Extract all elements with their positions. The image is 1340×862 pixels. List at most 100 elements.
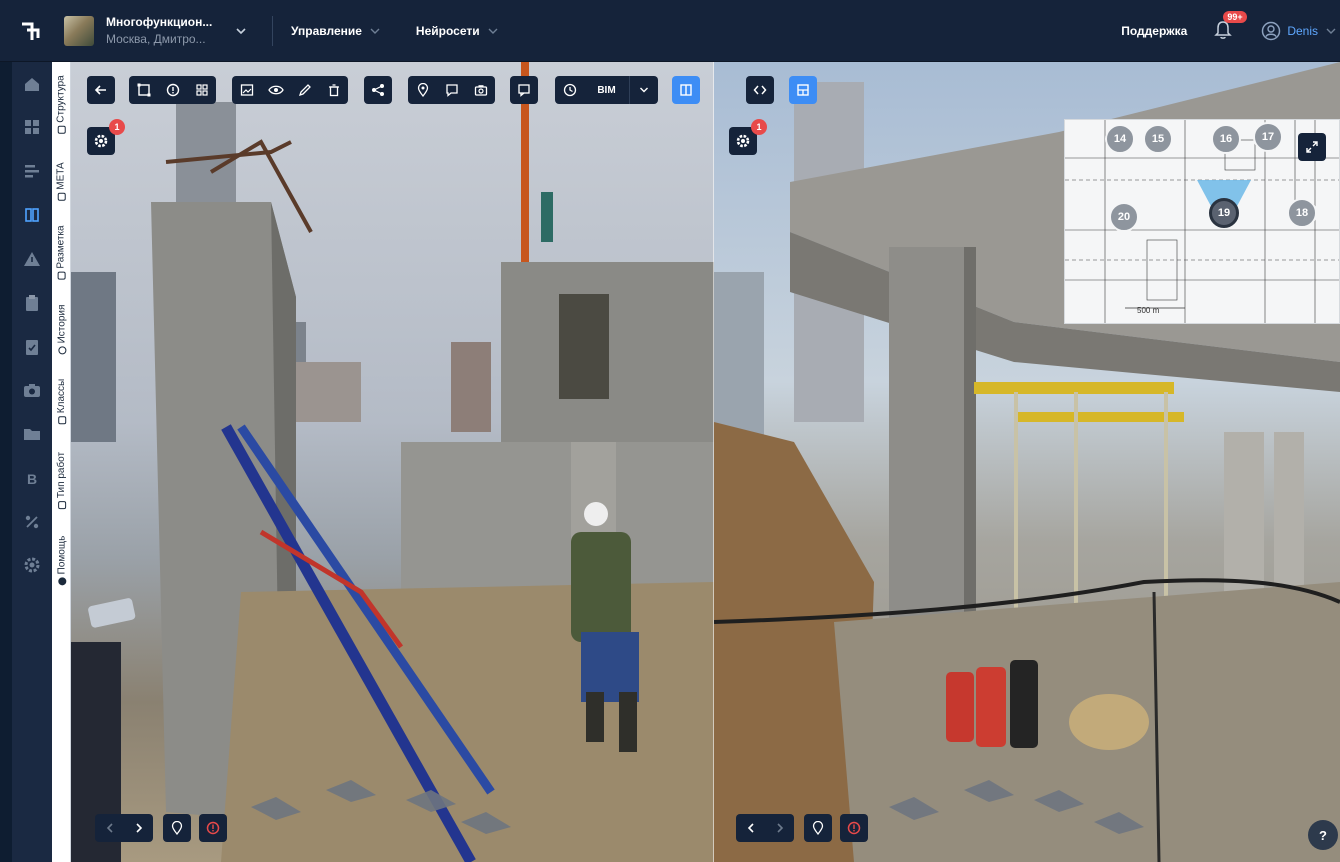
minimap-point[interactable]: 16 bbox=[1211, 124, 1241, 154]
panorama-left-nav bbox=[95, 814, 153, 842]
checklist-icon[interactable] bbox=[22, 337, 42, 357]
comment-icon bbox=[445, 84, 458, 97]
panorama-right-issue-button[interactable] bbox=[840, 814, 868, 842]
chevron-down-icon bbox=[488, 28, 498, 34]
edit-button[interactable] bbox=[290, 76, 319, 104]
checkbox-icon bbox=[57, 271, 66, 280]
chevron-right-icon bbox=[135, 823, 142, 833]
compare-mode-button[interactable] bbox=[746, 76, 774, 104]
tab-markup[interactable]: Разметка bbox=[52, 212, 71, 292]
bim-dropdown-button[interactable] bbox=[629, 76, 658, 104]
support-link[interactable]: Поддержка bbox=[1121, 24, 1187, 38]
warning-icon[interactable] bbox=[22, 249, 42, 269]
prev-button[interactable] bbox=[736, 814, 765, 842]
left-rail bbox=[0, 62, 12, 862]
split-view-icon bbox=[680, 84, 692, 96]
tab-meta[interactable]: МЕТА bbox=[52, 150, 71, 212]
trash-icon bbox=[328, 84, 339, 97]
tab-classes[interactable]: Классы bbox=[52, 368, 71, 434]
project-address: Москва, Дмитро... bbox=[106, 32, 206, 46]
picture-button[interactable] bbox=[232, 76, 261, 104]
tab-structure[interactable]: Структура bbox=[52, 64, 71, 144]
minimap-expand-button[interactable] bbox=[1298, 133, 1326, 161]
project-name: Многофункцион... bbox=[106, 15, 213, 29]
vertical-tabs: Структура МЕТА Разметка История Классы Т… bbox=[52, 62, 71, 862]
share-button[interactable] bbox=[364, 76, 392, 104]
map-pin-icon bbox=[171, 821, 183, 835]
panorama-right-location-button[interactable] bbox=[804, 814, 832, 842]
chevron-down-icon bbox=[370, 28, 380, 34]
chevron-down-icon bbox=[236, 27, 246, 34]
model-icon[interactable] bbox=[22, 205, 42, 225]
bim-button[interactable]: BIM bbox=[584, 76, 629, 104]
comment-button[interactable] bbox=[437, 76, 466, 104]
list-icon[interactable] bbox=[22, 161, 42, 181]
menu-management[interactable]: Управление bbox=[291, 24, 382, 38]
next-button[interactable] bbox=[765, 814, 794, 842]
header-divider bbox=[272, 15, 273, 46]
info-icon bbox=[166, 83, 179, 97]
bim-compare-group: BIM bbox=[555, 76, 658, 104]
gear-icon bbox=[94, 134, 108, 148]
menu-neural-networks[interactable]: Нейросети bbox=[416, 24, 500, 38]
flag-icon bbox=[57, 500, 66, 509]
layout-button[interactable] bbox=[789, 76, 817, 104]
gear-icon[interactable] bbox=[22, 555, 42, 575]
alert-circle-icon bbox=[847, 821, 861, 835]
app-logo[interactable] bbox=[0, 0, 62, 62]
minimap-point[interactable]: 20 bbox=[1109, 202, 1139, 232]
bim-label: BIM bbox=[597, 84, 616, 96]
grid-button[interactable] bbox=[187, 76, 216, 104]
construction-scene-left bbox=[71, 62, 714, 862]
share-icon bbox=[372, 84, 384, 96]
help-button[interactable]: ? bbox=[1308, 820, 1338, 850]
prev-button[interactable] bbox=[95, 814, 124, 842]
split-view-button[interactable] bbox=[672, 76, 700, 104]
b-icon[interactable]: B bbox=[22, 468, 42, 488]
minimap-point[interactable]: 17 bbox=[1253, 122, 1283, 152]
panorama-left-settings-button[interactable]: 1 bbox=[87, 119, 125, 155]
tab-work-type[interactable]: Тип работ bbox=[52, 440, 71, 520]
annotation-tools-group bbox=[232, 76, 348, 104]
folder-icon[interactable] bbox=[22, 424, 42, 444]
notifications-button[interactable]: 99+ bbox=[1213, 11, 1247, 43]
dashboard-icon[interactable] bbox=[22, 117, 42, 137]
markers-group bbox=[408, 76, 495, 104]
photo-button[interactable] bbox=[466, 76, 495, 104]
percent-icon[interactable] bbox=[22, 512, 42, 532]
notes-button[interactable] bbox=[510, 76, 538, 104]
frame-tool-button[interactable] bbox=[129, 76, 158, 104]
project-selector[interactable]: Многофункцион... Москва, Дмитро... bbox=[62, 15, 248, 46]
chevron-down-icon bbox=[640, 87, 648, 93]
camera-icon[interactable] bbox=[22, 380, 42, 400]
minimap-point[interactable]: 18 bbox=[1287, 198, 1317, 228]
panorama-left-issue-button[interactable] bbox=[199, 814, 227, 842]
clock-icon bbox=[57, 345, 66, 354]
crop-icon bbox=[137, 83, 150, 97]
visibility-button[interactable] bbox=[261, 76, 290, 104]
svg-text:B: B bbox=[27, 471, 37, 486]
next-button[interactable] bbox=[124, 814, 153, 842]
main-menu: Управление Нейросети bbox=[291, 24, 534, 38]
pin-button[interactable] bbox=[408, 76, 437, 104]
eye-icon bbox=[267, 85, 284, 95]
user-menu[interactable]: Denis bbox=[1261, 21, 1338, 41]
minimap-point[interactable]: 14 bbox=[1105, 124, 1135, 154]
tab-help[interactable]: Помощь bbox=[52, 524, 71, 596]
menu-label: Нейросети bbox=[415, 23, 480, 38]
home-icon[interactable] bbox=[22, 74, 42, 94]
back-button[interactable] bbox=[87, 76, 115, 104]
tab-history[interactable]: История bbox=[52, 294, 71, 364]
minimap-current-point[interactable]: 19 bbox=[1209, 198, 1239, 228]
time-button[interactable] bbox=[555, 76, 584, 104]
info-button[interactable] bbox=[158, 76, 187, 104]
panorama-left[interactable]: BIM 1 bbox=[71, 62, 714, 862]
minimap-point[interactable]: 15 bbox=[1143, 124, 1173, 154]
panorama-right-settings-button[interactable]: 1 bbox=[729, 119, 767, 155]
clipboard-icon[interactable] bbox=[22, 293, 42, 313]
map-pin-icon bbox=[417, 83, 428, 97]
panorama-left-location-button[interactable] bbox=[163, 814, 191, 842]
delete-button[interactable] bbox=[319, 76, 348, 104]
layout-icon bbox=[797, 84, 809, 96]
code-icon bbox=[753, 85, 767, 95]
